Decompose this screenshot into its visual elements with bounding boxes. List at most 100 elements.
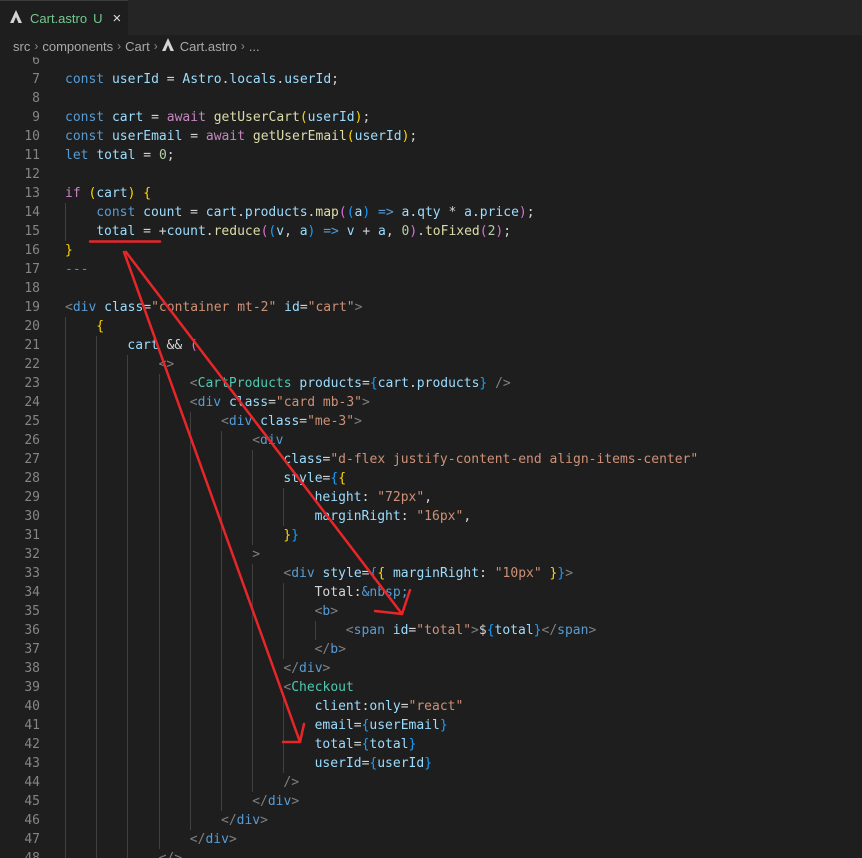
indent-guide [96,754,98,773]
code-line[interactable]: 22 <> [0,355,862,374]
code-line[interactable]: 14 const count = cart.products.map((a) =>… [0,203,862,222]
code-editor[interactable]: 6 7 const userId = Astro.locals.userId; 8 9 c… [0,57,862,858]
code-line[interactable]: 12 [0,165,862,184]
indent-guide [127,773,129,792]
breadcrumb-item-src[interactable]: src [13,39,30,54]
code-line[interactable]: 37 </b> [0,640,862,659]
code-line[interactable]: 44 /> [0,773,862,792]
line-number: 35 [24,604,40,619]
code-line[interactable]: 28 style={{ [0,469,862,488]
indent-guide [65,488,66,507]
indent-guide [158,412,160,431]
tab-cart-astro[interactable]: Cart.astro U × [0,0,128,35]
code-line[interactable]: 39 <Checkout [0,678,862,697]
indent-guide [96,469,98,488]
code-line[interactable]: 36 <span id="total">${total}</span> [0,621,862,640]
code-token: "card mb-3" [275,395,362,410]
code-line[interactable]: 29 height: "72px", [0,488,862,507]
code-token: span [557,623,589,638]
code-line[interactable]: 8 [0,89,862,108]
line-number: 46 [24,813,40,828]
code-token: = [182,205,206,220]
code-line[interactable]: 9 const cart = await getUserCart(userId); [0,108,862,127]
code-line[interactable]: 11 let total = 0; [0,146,862,165]
code-text: style={{ [283,469,346,488]
indent-guide [189,621,191,640]
code-line[interactable]: 30 marginRight: "16px", [0,507,862,526]
breadcrumb-item-file[interactable]: Cart.astro [180,39,237,54]
code-line[interactable]: 46 </div> [0,811,862,830]
code-token: { [369,376,378,391]
breadcrumb-item-components[interactable]: components [42,39,113,54]
code-line[interactable]: 19 <div class="container mt-2" id="cart"> [0,298,862,317]
indent-guide [283,507,285,526]
code-line[interactable]: 41 email={userEmail} [0,716,862,735]
code-line[interactable]: 34 Total:&nbsp; [0,583,862,602]
indent-guide [252,526,254,545]
code-line[interactable]: 25 <div class="me-3"> [0,412,862,431]
code-token: await [205,129,253,144]
code-token: cart [377,376,409,391]
code-line[interactable]: 32 > [0,545,862,564]
code-line[interactable]: 6 [0,57,862,70]
code-line[interactable]: 45 </div> [0,792,862,811]
breadcrumb-item-symbol[interactable]: ... [249,39,260,54]
code-line[interactable]: 21 cart && ( [0,336,862,355]
code-line[interactable]: 33 <div style={{ marginRight: "10px" }}> [0,564,862,583]
indent-guide [127,393,129,412]
breadcrumb-item-cart[interactable]: Cart [125,39,150,54]
code-line[interactable]: 38 </div> [0,659,862,678]
code-token: "72px" [377,490,425,505]
code-line[interactable]: 13 if (cart) { [0,184,862,203]
indent-guide [283,735,285,754]
indent-guide [189,545,191,564]
indent-guide [252,659,254,678]
code-token: div [236,813,261,828]
code-line[interactable]: 35 <b> [0,602,862,621]
code-line[interactable]: 23 <CartProducts products={cart.products}… [0,374,862,393]
indent-guide [127,678,129,697]
code-line[interactable]: 31}} [0,526,862,545]
line-number: 14 [24,205,40,220]
code-line[interactable]: 17 --- [0,260,862,279]
code-text: const userEmail = await getUserEmail(use… [65,127,417,146]
code-line[interactable]: 15 total = +count.reduce((v, a) => v + a,… [0,222,862,241]
line-number: 41 [24,718,40,733]
code-line[interactable]: 24 <div class="card mb-3"> [0,393,862,412]
code-token: const [65,72,112,87]
close-icon[interactable]: × [112,10,121,27]
indent-guide [65,640,66,659]
code-line[interactable]: 10 const userEmail = await getUserEmail(u… [0,127,862,146]
indent-guide [189,640,191,659]
indent-guide [158,450,160,469]
code-line[interactable]: 7 const userId = Astro.locals.userId; [0,70,862,89]
indent-guide [96,849,98,858]
indent-guide [283,640,285,659]
indent-guide [96,450,98,469]
code-token: toFixed [424,224,480,239]
code-token: $ [478,623,487,638]
code-line[interactable]: 18 [0,279,862,298]
code-token: > [330,604,339,619]
code-line[interactable]: 48 </> [0,849,862,858]
code-text: }} [283,526,299,545]
code-token: . [276,72,285,87]
code-line[interactable]: 47 </div> [0,830,862,849]
indent-guide [65,526,66,545]
line-number: 34 [24,585,40,600]
indent-guide [127,792,129,811]
code-line[interactable]: 16} [0,241,862,260]
code-token: 0 [158,148,167,163]
code-line[interactable]: 27 class="d-flex justify-content-end alig… [0,450,862,469]
indent-guide [189,488,191,507]
code-token: style [283,471,323,486]
code-line[interactable]: 40 client:only="react" [0,697,862,716]
code-token: ( [346,205,355,220]
code-line[interactable]: 26 <div [0,431,862,450]
code-line[interactable]: 20 { [0,317,862,336]
indent-guide [96,659,98,678]
code-line[interactable]: 43 userId={userId} [0,754,862,773]
code-line[interactable]: 42 total={total} [0,735,862,754]
indent-guide [127,735,129,754]
indent-guide [158,811,160,830]
